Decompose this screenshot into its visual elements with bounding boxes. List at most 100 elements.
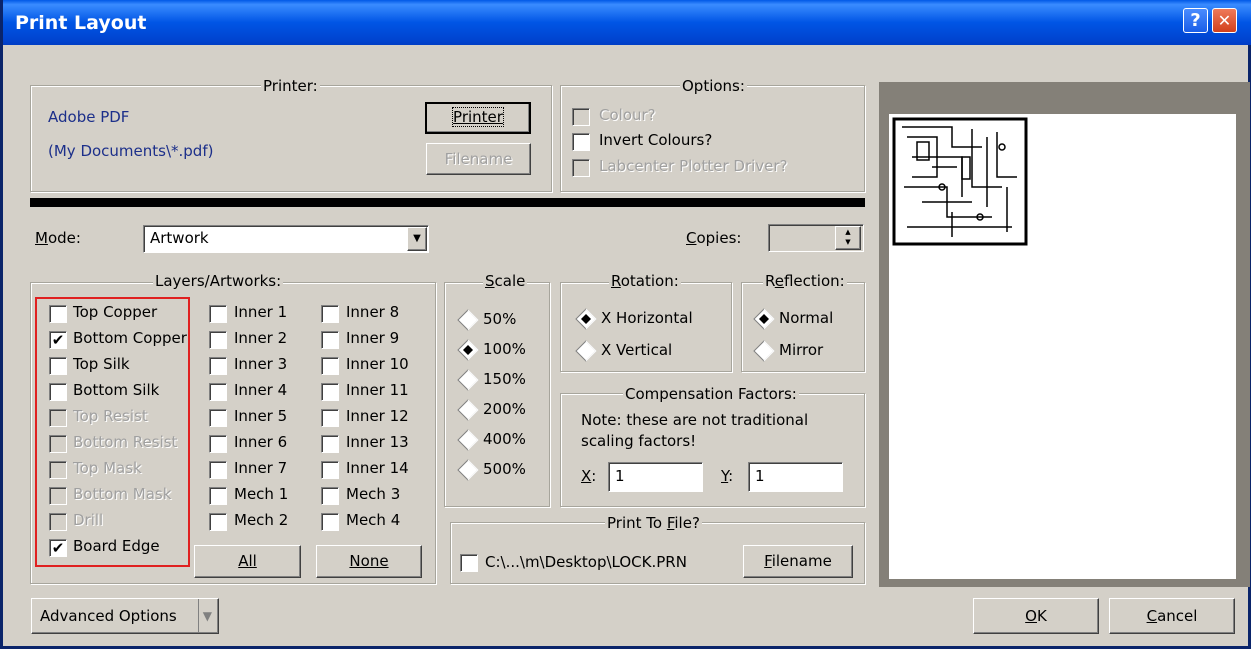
cancel-button[interactable]: Cancel <box>1109 598 1235 634</box>
reflection-radio[interactable] <box>753 308 775 330</box>
plotter-driver-label: Labcenter Plotter Driver? <box>599 157 788 175</box>
layer-checkbox[interactable] <box>209 461 227 479</box>
layer-checkbox[interactable] <box>321 305 339 323</box>
scale-radio[interactable] <box>457 459 479 481</box>
layer-checkbox[interactable] <box>209 513 227 531</box>
colour-checkbox[interactable] <box>572 108 590 126</box>
scale-radio[interactable] <box>457 339 479 361</box>
layer-checkbox[interactable] <box>321 487 339 505</box>
cancel-button-label: C <box>1146 607 1158 625</box>
options-group-title: Options: <box>680 77 747 95</box>
none-button-label: None <box>349 552 389 570</box>
ok-button[interactable]: OK <box>973 598 1099 634</box>
print-to-file-checkbox[interactable] <box>460 554 478 572</box>
layer-checkbox[interactable] <box>49 461 67 479</box>
scale-radio[interactable] <box>457 369 479 391</box>
scale-radio[interactable] <box>457 309 479 331</box>
chevron-down-icon[interactable]: ▼ <box>197 599 212 633</box>
layer-label: Mech 1 <box>234 485 289 503</box>
mode-select[interactable]: Artwork ▼ <box>143 225 429 253</box>
layer-label: Inner 9 <box>346 329 400 347</box>
layer-checkbox[interactable] <box>321 357 339 375</box>
plotter-driver-checkbox[interactable] <box>572 159 590 177</box>
layer-label: Top Mask <box>73 459 142 477</box>
mode-label: Mode: <box>35 229 81 247</box>
layer-checkbox[interactable] <box>321 435 339 453</box>
layer-checkbox[interactable] <box>49 487 67 505</box>
filename-button[interactable]: Filename <box>426 143 531 175</box>
layer-checkbox[interactable] <box>321 409 339 427</box>
copies-spin-button[interactable]: ▲ ▼ <box>835 226 861 250</box>
layer-checkbox[interactable] <box>209 487 227 505</box>
scale-group-title: Scale <box>483 272 528 290</box>
layer-checkbox[interactable] <box>321 383 339 401</box>
scale-label: 200% <box>483 400 526 418</box>
none-button[interactable]: None <box>316 545 422 578</box>
reflection-radio[interactable] <box>753 340 775 362</box>
reflection-label: Normal <box>779 309 834 327</box>
printer-button-label: Printer <box>452 107 504 127</box>
layer-checkbox[interactable] <box>209 435 227 453</box>
layer-label: Top Silk <box>73 355 130 373</box>
invert-colours-checkbox[interactable] <box>572 133 590 151</box>
layer-checkbox[interactable] <box>209 331 227 349</box>
layers-group-title: Layers/Artworks: <box>153 272 284 290</box>
scale-radio[interactable] <box>457 429 479 451</box>
rotation-label: X Vertical <box>601 341 673 359</box>
rotation-radio[interactable] <box>575 308 597 330</box>
all-button-label: All <box>238 552 257 570</box>
layer-label: Top Copper <box>73 303 158 321</box>
all-button[interactable]: All <box>194 545 301 578</box>
print-to-file-filename-button[interactable]: Filename <box>743 545 853 578</box>
ok-button-label: O <box>1025 607 1037 625</box>
layer-label: Bottom Resist <box>73 433 178 451</box>
layer-checkbox[interactable]: ✔ <box>49 331 67 349</box>
layer-checkbox[interactable] <box>209 357 227 375</box>
printer-button[interactable]: Printer <box>425 102 531 134</box>
compensation-group-title: Compensation Factors: <box>623 385 799 403</box>
advanced-options-button[interactable]: Advanced Options ▼ <box>31 598 219 634</box>
layer-checkbox[interactable] <box>49 513 67 531</box>
chevron-down-icon[interactable]: ▼ <box>407 227 427 251</box>
print-to-file-filename-label: F <box>764 552 772 570</box>
layer-label: Mech 2 <box>234 511 289 529</box>
layer-checkbox[interactable] <box>209 383 227 401</box>
help-button[interactable]: ? <box>1183 8 1208 33</box>
invert-colours-label: Invert Colours? <box>599 131 713 149</box>
x-factor-input[interactable]: 1 <box>608 462 703 492</box>
scale-radio[interactable] <box>457 399 479 421</box>
printer-name: Adobe PDF <box>48 108 130 126</box>
layer-label: Inner 12 <box>346 407 409 425</box>
scale-label: 400% <box>483 430 526 448</box>
layer-checkbox[interactable] <box>321 461 339 479</box>
layer-checkbox[interactable] <box>49 383 67 401</box>
scale-label: 500% <box>483 460 526 478</box>
window-title: Print Layout <box>15 12 147 34</box>
y-label: Y: <box>721 467 734 485</box>
layer-label: Inner 11 <box>346 381 409 399</box>
layer-checkbox[interactable] <box>49 435 67 453</box>
x-label: X: <box>581 467 597 485</box>
layer-checkbox[interactable] <box>209 409 227 427</box>
title-bar[interactable]: Print Layout ? ✕ <box>3 0 1251 45</box>
layer-label: Bottom Silk <box>73 381 160 399</box>
layer-checkbox[interactable]: ✔ <box>49 539 67 557</box>
layer-checkbox[interactable] <box>49 305 67 323</box>
layer-label: Top Resist <box>73 407 148 425</box>
layer-label: Bottom Copper <box>73 329 187 347</box>
reflection-label: Mirror <box>779 341 824 359</box>
close-button[interactable]: ✕ <box>1212 8 1237 33</box>
layer-checkbox[interactable] <box>49 409 67 427</box>
layer-label: Mech 4 <box>346 511 401 529</box>
y-factor-input[interactable]: 1 <box>748 462 843 492</box>
layer-label: Bottom Mask <box>73 485 172 503</box>
layer-checkbox[interactable] <box>49 357 67 375</box>
layer-label: Inner 1 <box>234 303 288 321</box>
layer-checkbox[interactable] <box>209 305 227 323</box>
layer-checkbox[interactable] <box>321 513 339 531</box>
colour-label: Colour? <box>599 106 656 124</box>
layer-label: Inner 8 <box>346 303 400 321</box>
rotation-radio[interactable] <box>575 340 597 362</box>
layer-checkbox[interactable] <box>321 331 339 349</box>
layer-label: Board Edge <box>73 537 160 555</box>
